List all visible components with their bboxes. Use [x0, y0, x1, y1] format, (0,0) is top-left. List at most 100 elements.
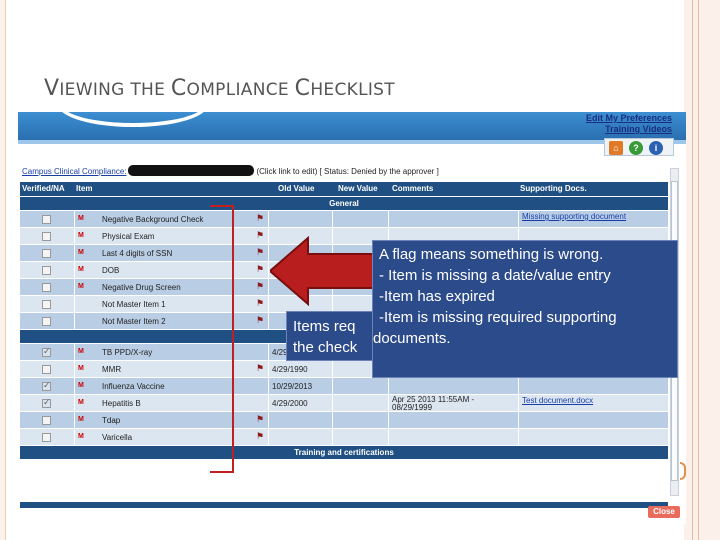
callout-line: - Item is missing a date/value entry	[379, 267, 611, 284]
old-value: 10/29/2013	[272, 382, 313, 391]
flag-icon[interactable]: ⚑	[256, 230, 264, 241]
item-name[interactable]: DOB	[102, 266, 119, 275]
column-divider	[74, 412, 75, 428]
verified-checkbox[interactable]	[42, 249, 51, 258]
flag-icon[interactable]: ⚑	[256, 298, 264, 309]
column-divider	[518, 378, 519, 394]
verified-checkbox[interactable]	[42, 283, 51, 292]
col-comments: Comments	[392, 184, 434, 193]
title-part: IEWING THE	[59, 80, 171, 100]
item-name[interactable]: Last 4 digits of SSN	[102, 249, 172, 258]
supporting-docs[interactable]: Missing supporting document	[522, 212, 626, 221]
item-name[interactable]: Hepatitis B	[102, 399, 141, 408]
section-general: General	[20, 196, 668, 210]
slide-frame-line	[698, 0, 699, 540]
item-name[interactable]: Varicella	[102, 433, 132, 442]
redacted-name	[128, 165, 255, 176]
column-divider	[74, 211, 75, 227]
supporting-docs[interactable]: Test document.docx	[522, 396, 593, 405]
partial-callout-line: the check	[293, 339, 358, 356]
help-icon[interactable]: ?	[629, 141, 643, 155]
verified-checkbox[interactable]	[42, 433, 51, 442]
column-divider	[388, 395, 389, 411]
flag-icon[interactable]: ⚑	[256, 264, 264, 275]
table-row: M Influenza Vaccine 10/29/2013	[20, 377, 668, 394]
verified-checkbox[interactable]	[42, 232, 51, 241]
flag-icon[interactable]: ⚑	[256, 213, 264, 224]
flag-icon[interactable]: ⚑	[256, 315, 264, 326]
item-name[interactable]: MMR	[102, 365, 121, 374]
col-new-value: New Value	[338, 184, 378, 193]
flag-icon[interactable]: ⚑	[256, 281, 264, 292]
title-part: HECKLIST	[310, 80, 395, 100]
item-name[interactable]: Not Master Item 2	[102, 317, 166, 326]
partial-callout-line: Items req	[293, 318, 356, 335]
column-divider	[518, 412, 519, 428]
edit-preferences-link[interactable]: Edit My Preferences	[586, 113, 672, 124]
item-name[interactable]: Not Master Item 1	[102, 300, 166, 309]
item-name[interactable]: Tdap	[102, 416, 120, 425]
column-divider	[268, 395, 269, 411]
verified-checkbox[interactable]	[42, 346, 51, 357]
verified-checkbox[interactable]	[42, 380, 51, 391]
item-name[interactable]: Influenza Vaccine	[102, 382, 165, 391]
old-value: 4/29/2000	[272, 399, 308, 408]
callout-line: -Item has expired	[379, 288, 495, 305]
verified-checkbox[interactable]	[42, 266, 51, 275]
column-divider	[74, 378, 75, 394]
close-button[interactable]: Close	[648, 506, 680, 518]
column-divider	[332, 361, 333, 377]
info-icon[interactable]: i	[649, 141, 663, 155]
column-divider	[388, 429, 389, 445]
column-divider	[74, 245, 75, 261]
column-divider	[332, 429, 333, 445]
verified-checkbox[interactable]	[42, 215, 51, 224]
column-divider	[332, 412, 333, 428]
title-part: OMPLIANCE	[186, 80, 295, 100]
verified-checkbox[interactable]	[42, 300, 51, 309]
column-divider	[268, 296, 269, 312]
item-name[interactable]: Negative Background Check	[102, 215, 203, 224]
flag-icon[interactable]: ⚑	[256, 431, 264, 442]
table-row: M Negative Background Check Missing suppor…	[20, 210, 668, 227]
callout-line: A flag means something is wrong.	[379, 246, 604, 263]
item-name[interactable]: Physical Exam	[102, 232, 154, 241]
verified-checkbox[interactable]	[42, 416, 51, 425]
item-name[interactable]: TB PPD/X-ray	[102, 348, 152, 357]
column-divider	[332, 378, 333, 394]
verified-checkbox[interactable]	[42, 397, 51, 408]
mandatory-marker: M	[78, 215, 84, 222]
flag-icon[interactable]: ⚑	[256, 414, 264, 425]
toolbar-icons: ⌂ ? i	[604, 138, 674, 156]
column-divider	[332, 211, 333, 227]
status-text: (Click link to edit) [ Status: Denied by…	[256, 167, 439, 176]
column-divider	[74, 395, 75, 411]
training-videos-link[interactable]: Training Videos	[586, 124, 672, 135]
item-name[interactable]: Negative Drug Screen	[102, 283, 181, 292]
column-divider	[388, 378, 389, 394]
callout-line: -Item is missing required supporting	[379, 309, 617, 326]
mandatory-marker: M	[78, 365, 84, 372]
flag-icon[interactable]: ⚑	[256, 363, 264, 374]
table-row: M Hepatitis B 4/29/2000 Apr 25 2013 11:55AM…	[20, 394, 668, 412]
column-divider	[74, 344, 75, 360]
flag-icon[interactable]: ⚑	[256, 247, 264, 258]
home-icon[interactable]: ⌂	[609, 141, 623, 155]
flag-callout: A flag means something is wrong. - Item …	[372, 240, 678, 378]
verified-checkbox[interactable]	[42, 365, 51, 374]
red-arrow-icon	[270, 236, 379, 306]
slide-frame-line	[692, 0, 693, 540]
checklist-link[interactable]: Campus Clinical Compliance:	[22, 167, 126, 176]
title-cap: V	[44, 76, 60, 101]
column-divider	[74, 296, 75, 312]
mandatory-marker: M	[78, 249, 84, 256]
table-row: M Tdap ⚑	[20, 411, 668, 428]
verified-checkbox[interactable]	[42, 317, 51, 326]
column-divider	[268, 429, 269, 445]
column-divider	[388, 211, 389, 227]
slide-title: VIEWING THE COMPLIANCE CHECKLIST	[44, 76, 395, 101]
old-value: 4/29/1990	[272, 365, 308, 374]
partial-callout: Items req the check	[286, 311, 376, 361]
banner-strip	[18, 140, 686, 144]
title-cap: C	[294, 76, 311, 101]
